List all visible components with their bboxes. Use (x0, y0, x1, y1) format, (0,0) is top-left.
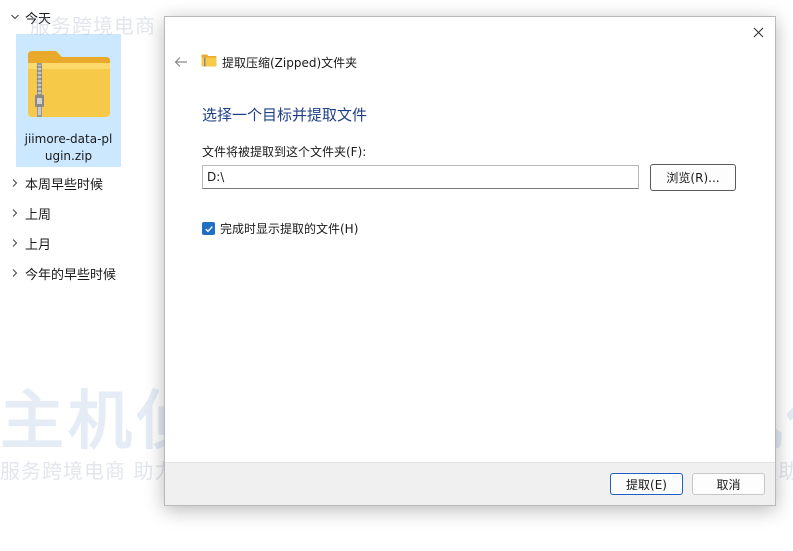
close-icon (753, 27, 763, 37)
chevron-right-icon (8, 236, 22, 250)
extract-dialog: 提取压缩(Zipped)文件夹 选择一个目标并提取文件 文件将被提取到这个文件夹… (164, 16, 776, 506)
extract-button[interactable]: 提取(E) (610, 473, 683, 495)
dialog-heading: 选择一个目标并提取文件 (202, 106, 368, 124)
show-files-label: 完成时显示提取的文件(H) (220, 222, 359, 236)
group-label: 本周早些时候 (25, 177, 104, 193)
group-label: 上周 (25, 207, 52, 223)
dialog-title: 提取压缩(Zipped)文件夹 (222, 56, 358, 70)
close-button[interactable] (747, 21, 769, 43)
file-name: jiimore-data-pl ugin.zip (24, 132, 113, 163)
show-files-option[interactable]: 完成时显示提取的文件(H) (202, 220, 358, 237)
cancel-button[interactable]: 取消 (692, 473, 765, 495)
zip-folder-icon (201, 54, 217, 67)
group-label: 上月 (25, 237, 52, 253)
group-header-this-week[interactable]: 本周早些时候 (8, 172, 103, 194)
chevron-down-icon (8, 10, 22, 24)
zip-file-item[interactable]: jiimore-data-pl ugin.zip (16, 34, 121, 167)
chevron-right-icon (8, 266, 22, 280)
back-button[interactable] (171, 53, 191, 71)
zip-folder-icon (28, 51, 110, 117)
back-arrow-icon (174, 57, 187, 67)
group-label: 今年的早些时候 (25, 267, 117, 283)
chevron-right-icon (8, 206, 22, 220)
browse-button[interactable]: 浏览(R)... (650, 164, 736, 191)
checkmark-icon (204, 225, 213, 232)
group-header-earlier-this-year[interactable]: 今年的早些时候 (8, 262, 116, 284)
destination-path-input[interactable] (202, 165, 639, 189)
group-header-last-month[interactable]: 上月 (8, 232, 51, 254)
chevron-right-icon (8, 176, 22, 190)
group-header-last-week[interactable]: 上周 (8, 202, 51, 224)
destination-label: 文件将被提取到这个文件夹(F): (202, 145, 367, 159)
dialog-footer: 提取(E) 取消 (165, 462, 775, 505)
show-files-checkbox[interactable] (202, 222, 215, 235)
